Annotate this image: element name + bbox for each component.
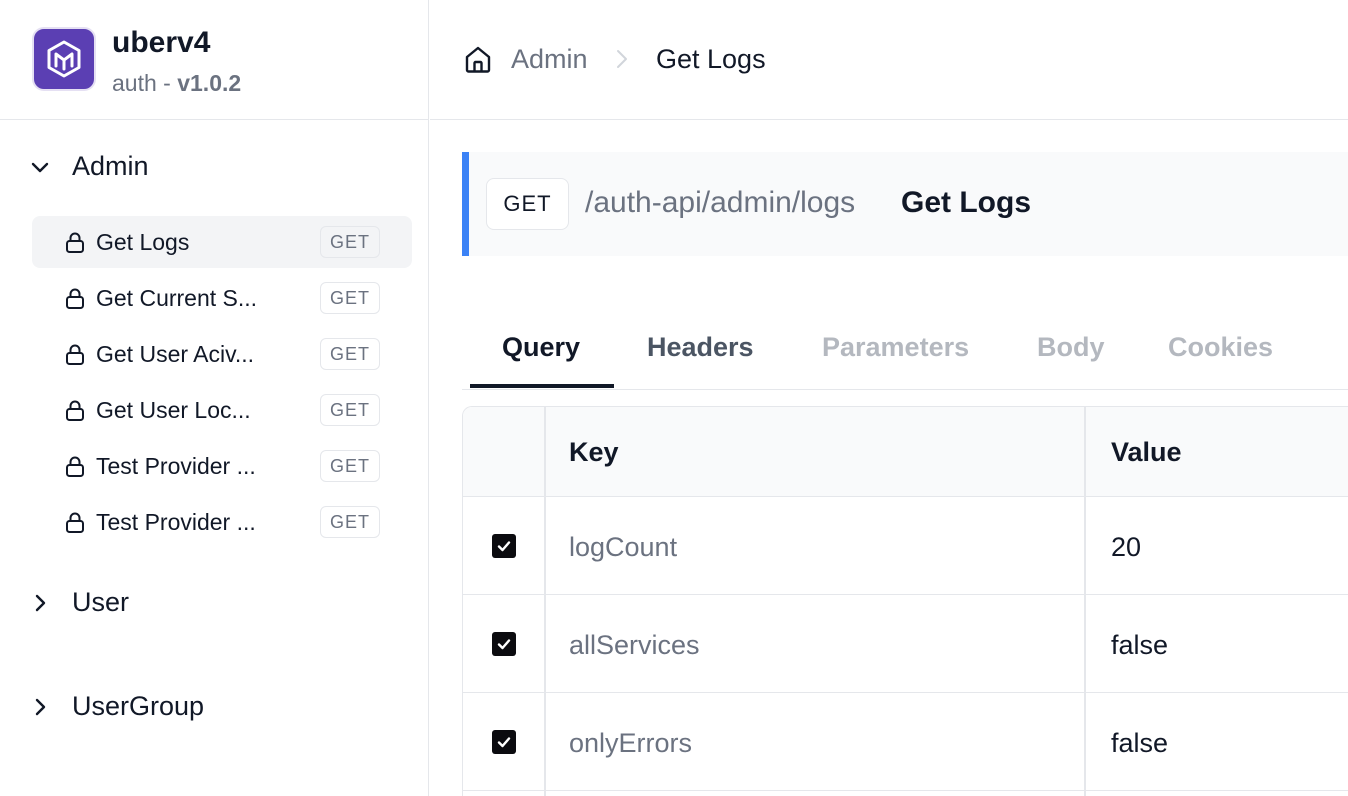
sidebar-item-label: Get Current S... [96,285,258,311]
tab-headers[interactable]: Headers [647,332,754,363]
column-divider [1084,407,1086,796]
sidebar-item-test-provider-1[interactable]: Test Provider ... GET [32,440,412,492]
column-divider [544,407,546,796]
checkmark-icon [497,737,511,748]
sidebar-group-label: User [72,587,130,617]
param-value[interactable]: false [1111,630,1168,661]
breadcrumb-current: Get Logs [656,44,766,74]
chevron-right-icon [28,591,52,615]
sidebar-item-label: Get User Loc... [96,397,251,423]
column-header-key: Key [569,437,619,467]
row-enabled-checkbox[interactable] [492,632,516,656]
method-badge: GET [320,394,380,426]
param-value[interactable]: false [1111,728,1168,759]
tab-parameters[interactable]: Parameters [822,332,969,363]
app-name: uberv4 [112,26,211,59]
version-number: v1.0.2 [177,70,242,96]
breadcrumb: Admin Get Logs [430,0,1348,120]
sidebar-item-get-current-s[interactable]: Get Current S... GET [32,272,412,324]
app-service: auth - [112,70,178,96]
sidebar-item-label: Get User Aciv... [96,341,255,367]
sidebar-group-admin[interactable]: Admin [28,151,149,182]
sidebar-item-test-provider-2[interactable]: Test Provider ... GET [32,496,412,548]
tab-query[interactable]: Query [502,332,580,363]
row-enabled-checkbox[interactable] [492,730,516,754]
column-header-value: Value [1111,437,1182,467]
sidebar-item-get-user-loc[interactable]: Get User Loc... GET [32,384,412,436]
table-row: allServices false [463,595,1348,693]
endpoint-title: Get Logs [901,186,1032,219]
sidebar-group-label: UserGroup [72,691,205,721]
lock-icon [66,400,84,421]
active-tab-indicator [470,384,614,388]
method-badge: GET [320,282,380,314]
main-content: Admin Get Logs GET /auth-api/admin/logs … [430,0,1348,796]
chevron-right-icon [28,695,52,719]
row-enabled-checkbox[interactable] [492,534,516,558]
lock-icon [66,456,84,477]
param-key[interactable]: logCount [569,532,677,563]
param-key[interactable]: allServices [569,630,700,661]
sidebar: uberv4 auth - v1.0.2 Admin Get Logs GET … [0,0,429,796]
sidebar-group-usergroup[interactable]: UserGroup [28,691,204,722]
brand-header: uberv4 auth - v1.0.2 [0,0,429,120]
chevron-right-icon [617,50,627,68]
request-tabs: Query Headers Parameters Body Cookies [462,310,1348,390]
method-badge: GET [320,338,380,370]
home-icon[interactable] [462,43,494,75]
endpoint-path: /auth-api/admin/logs [585,186,856,219]
param-value[interactable]: 20 [1111,532,1141,563]
lock-icon [66,344,84,365]
method-badge: GET [486,178,569,230]
lock-icon [66,512,84,533]
sidebar-item-get-logs[interactable]: Get Logs GET [32,216,412,268]
checkmark-icon [497,541,511,552]
app-logo [32,27,96,91]
sidebar-item-label: Test Provider ... [96,453,256,479]
breadcrumb-admin[interactable]: Admin [511,44,588,75]
lock-icon [66,232,84,253]
method-badge: GET [320,450,380,482]
sidebar-item-label: Test Provider ... [96,509,256,535]
method-badge: GET [320,506,380,538]
table-row: onlyErrors false [463,693,1348,791]
sidebar-item-get-user-aciv[interactable]: Get User Aciv... GET [32,328,412,380]
tab-body[interactable]: Body [1037,332,1105,363]
chevron-down-icon [28,155,52,179]
endpoint-header: GET /auth-api/admin/logs Get Logs [462,152,1348,256]
app-version: auth - v1.0.2 [112,70,241,97]
lock-icon [66,288,84,309]
query-params-table: Key Value logCount 20 allServices false … [462,406,1348,796]
method-badge: GET [320,226,380,258]
sidebar-item-label: Get Logs [96,229,190,255]
tab-cookies[interactable]: Cookies [1168,332,1273,363]
sidebar-group-user[interactable]: User [28,587,129,618]
param-key[interactable]: onlyErrors [569,728,692,759]
logo-icon [47,40,81,78]
table-row: logCount 20 [463,497,1348,595]
checkmark-icon [497,639,511,650]
sidebar-group-label: Admin [72,151,149,181]
table-header: Key Value [463,407,1348,497]
